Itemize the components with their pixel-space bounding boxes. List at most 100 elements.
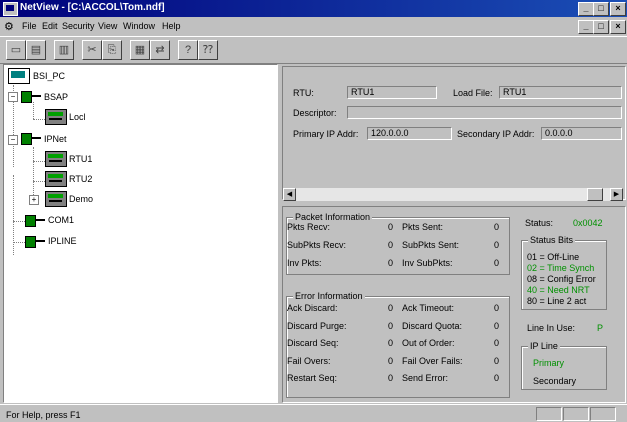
- discard-seq-value: 0: [387, 338, 393, 348]
- menu-window[interactable]: Window: [123, 21, 155, 31]
- mdi-close-button[interactable]: ×: [610, 20, 626, 34]
- send-error-value: 0: [493, 373, 499, 383]
- status-bit-line2-active: 80 = Line 2 act: [527, 296, 587, 306]
- open-icon[interactable]: ▤: [26, 40, 46, 60]
- status-bit-need-nrt: 40 = Need NRT: [527, 285, 590, 295]
- rtu-icon: [45, 171, 67, 187]
- rtu-properties-panel: RTU: RTU1 Load File: RTU1 Descriptor: Pr…: [282, 66, 626, 200]
- menu-help[interactable]: Help: [162, 21, 181, 31]
- tree-item-bsap[interactable]: BSAP: [44, 92, 68, 102]
- tree-item-demo[interactable]: Demo: [69, 194, 93, 204]
- network-icon: [21, 131, 41, 145]
- tree-connector: [33, 181, 45, 182]
- tree-item-root[interactable]: BSI_PC: [33, 71, 65, 81]
- inv-subpkts-value: 0: [493, 258, 499, 268]
- tree-item-ipnet[interactable]: IPNet: [44, 134, 67, 144]
- horizontal-scrollbar[interactable]: ◀ ▶: [283, 188, 623, 201]
- load-file-field[interactable]: RTU1: [499, 86, 622, 99]
- menu-edit[interactable]: Edit: [42, 21, 58, 31]
- menu-file[interactable]: File: [22, 21, 37, 31]
- out-of-order-label: Out of Order:: [402, 338, 455, 348]
- tree-item-com1[interactable]: COM1: [48, 215, 74, 225]
- ip-line-primary: Primary: [533, 358, 564, 368]
- properties-icon[interactable]: ▦: [130, 40, 150, 60]
- subpkts-sent-label: SubPkts Sent:: [402, 240, 460, 250]
- load-file-label: Load File:: [453, 88, 493, 98]
- line-in-use-value: P: [597, 323, 604, 333]
- scroll-right-button[interactable]: ▶: [610, 188, 623, 201]
- error-info-title: Error Information: [293, 291, 365, 301]
- descriptor-field[interactable]: [347, 106, 622, 119]
- secondary-ip-field[interactable]: 0.0.0.0: [541, 127, 622, 140]
- primary-ip-field[interactable]: 120.0.0.0: [367, 127, 452, 140]
- discard-quota-value: 0: [493, 321, 499, 331]
- secondary-ip-label: Secondary IP Addr:: [457, 129, 535, 139]
- discard-seq-label: Discard Seq:: [287, 338, 339, 348]
- primary-ip-label: Primary IP Addr:: [293, 129, 359, 139]
- tree-item-ipline[interactable]: IPLINE: [48, 236, 77, 246]
- tree-connector: [13, 221, 25, 222]
- scroll-thumb[interactable]: [587, 188, 603, 201]
- serial-port-icon: [25, 213, 45, 227]
- window-title: NetView - [C:\ACCOL\Tom.ndf]: [20, 2, 165, 13]
- status-bit-off-line: 01 = Off-Line: [527, 252, 580, 262]
- rtu-field[interactable]: RTU1: [347, 86, 437, 99]
- ip-line-title: IP Line: [528, 341, 560, 351]
- copy-icon[interactable]: ⎘: [102, 40, 122, 60]
- scroll-left-button[interactable]: ◀: [283, 188, 296, 201]
- cut-icon[interactable]: ✂: [82, 40, 102, 60]
- fail-overs-value: 0: [387, 356, 393, 366]
- fail-overs-label: Fail Overs:: [287, 356, 331, 366]
- menu-security[interactable]: Security: [62, 21, 95, 31]
- collapse-icon[interactable]: −: [8, 135, 18, 145]
- packet-info-title: Packet Information: [293, 212, 373, 222]
- title-bar[interactable]: NetView - [C:\ACCOL\Tom.ndf] _ □ ×: [0, 0, 627, 17]
- ip-line-secondary: Secondary: [533, 376, 577, 386]
- close-button[interactable]: ×: [610, 2, 626, 16]
- tree-item-locl[interactable]: Locl: [69, 112, 86, 122]
- expand-icon[interactable]: +: [29, 195, 39, 205]
- restart-seq-label: Restart Seq:: [287, 373, 338, 383]
- tree-item-rtu1[interactable]: RTU1: [69, 154, 92, 164]
- collapse-icon[interactable]: −: [8, 92, 18, 102]
- context-help-icon[interactable]: ⁇: [198, 40, 218, 60]
- status-bar: For Help, press F1: [0, 404, 627, 422]
- menu-bar: ⚙ File Edit Security View Window Help _ …: [0, 17, 627, 35]
- status-bar-panel: [536, 407, 562, 421]
- subpkts-recv-label: SubPkts Recv:: [287, 240, 347, 250]
- mdi-minimize-button[interactable]: _: [578, 20, 594, 34]
- subpkts-sent-value: 0: [493, 240, 499, 250]
- status-bar-panel: [563, 407, 589, 421]
- status-bits-title: Status Bits: [528, 235, 576, 245]
- menu-view[interactable]: View: [98, 21, 117, 31]
- rtu-icon: [45, 109, 67, 125]
- mdi-restore-button[interactable]: □: [593, 20, 609, 34]
- ack-discard-value: 0: [387, 303, 393, 313]
- pkts-recv-value: 0: [387, 222, 393, 232]
- ack-timeout-value: 0: [493, 303, 499, 313]
- restore-button[interactable]: □: [593, 2, 609, 16]
- ack-timeout-label: Ack Timeout:: [402, 303, 455, 313]
- rtu-icon: [45, 151, 67, 167]
- network-tree[interactable]: BSI_PC − BSAP Locl − IPNet RTU1 RTU2 + D…: [3, 64, 278, 403]
- inv-pkts-label: Inv Pkts:: [287, 258, 322, 268]
- pkts-sent-value: 0: [493, 222, 499, 232]
- help-icon[interactable]: ?: [178, 40, 198, 60]
- status-value: 0x0042: [573, 218, 603, 228]
- app-icon[interactable]: [3, 2, 18, 16]
- out-of-order-value: 0: [493, 338, 499, 348]
- tree-connector: [33, 119, 45, 120]
- print-icon[interactable]: ▥: [54, 40, 74, 60]
- rtu-icon: [45, 191, 67, 207]
- new-icon[interactable]: ▭: [6, 40, 26, 60]
- line-in-use-label: Line In Use:: [527, 323, 576, 333]
- document-icon[interactable]: ⚙: [4, 20, 14, 33]
- ack-discard-label: Ack Discard:: [287, 303, 338, 313]
- minimize-button[interactable]: _: [578, 2, 594, 16]
- transfer-icon[interactable]: ⇄: [150, 40, 170, 60]
- discard-purge-value: 0: [387, 321, 393, 331]
- inv-subpkts-label: Inv SubPkts:: [402, 258, 453, 268]
- tree-connector: [33, 161, 45, 162]
- descriptor-label: Descriptor:: [293, 108, 337, 118]
- tree-item-rtu2[interactable]: RTU2: [69, 174, 92, 184]
